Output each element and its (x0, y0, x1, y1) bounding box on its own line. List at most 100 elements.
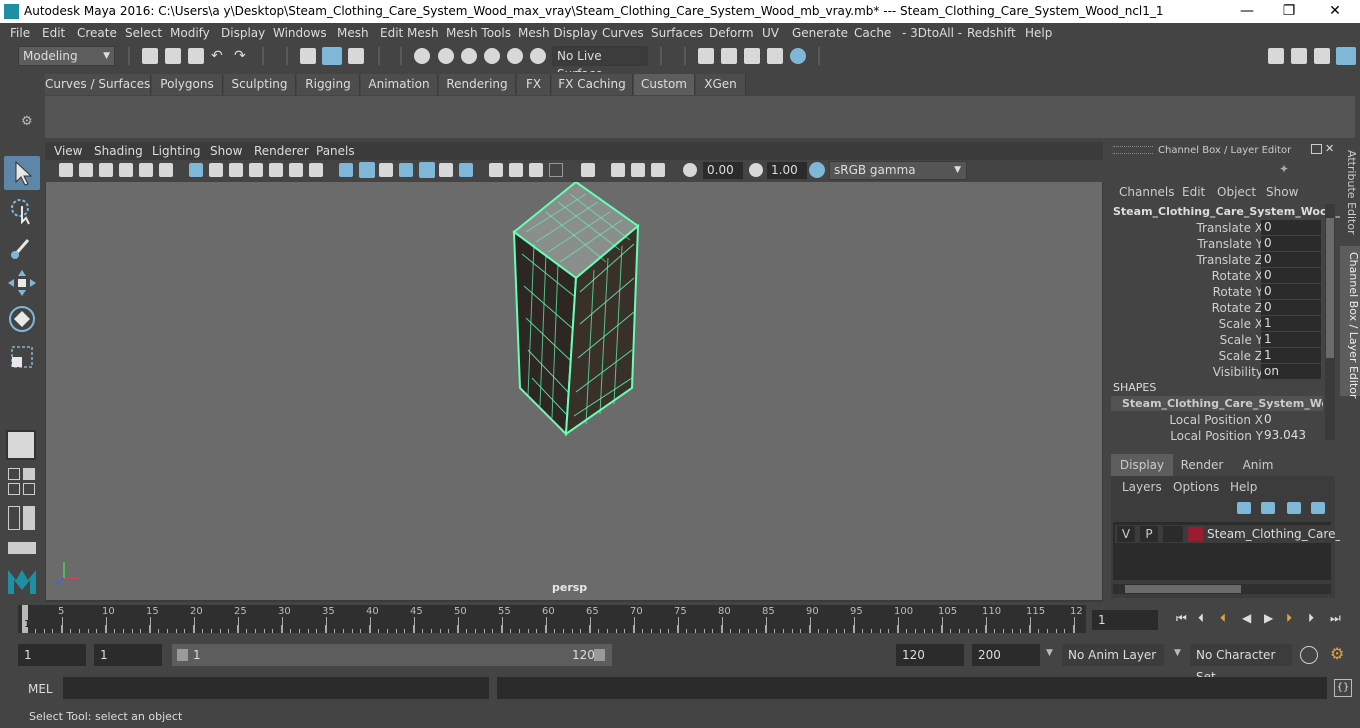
move-layer-up-icon[interactable] (1237, 502, 1251, 514)
outliner-layout-icon[interactable] (8, 506, 20, 530)
object-name[interactable]: Steam_Clothing_Care_System_Wood_... (1113, 205, 1353, 218)
layer-name[interactable]: Steam_Clothing_Care_Sy (1207, 526, 1356, 542)
layer-tab-display[interactable]: Display (1111, 454, 1173, 476)
hypershade-icon[interactable] (790, 48, 806, 64)
layer-playback-toggle[interactable]: P (1140, 526, 1158, 542)
select-by-component-icon[interactable] (348, 48, 364, 64)
layer-h-scrollbar[interactable] (1113, 584, 1331, 594)
minimize-button[interactable]: — (1232, 2, 1262, 20)
layer-row[interactable]: V P Steam_Clothing_Care_Sy (1115, 525, 1356, 543)
auto-keyframe-icon[interactable] (1300, 646, 1318, 664)
xray-components-icon[interactable] (651, 163, 665, 177)
range-end-handle[interactable] (594, 649, 605, 661)
mel-label[interactable]: MEL (28, 682, 53, 696)
menu-deform[interactable]: Deform (709, 26, 754, 40)
channel-scrollbar-thumb[interactable] (1326, 218, 1334, 358)
grid-toggle-icon[interactable] (189, 163, 203, 177)
lasso-tool-button[interactable] (4, 194, 40, 228)
default-material-icon[interactable] (399, 163, 413, 177)
shape-name[interactable]: Steam_Clothing_Care_System_Wood... (1111, 396, 1323, 411)
channel-edit-menu[interactable]: Edit (1182, 185, 1205, 199)
render-settings-icon[interactable] (767, 48, 783, 64)
wireframe-on-shaded-icon[interactable] (379, 163, 393, 177)
animation-preferences-icon[interactable]: ⚙ (1330, 644, 1344, 663)
render-view-icon[interactable] (698, 48, 714, 64)
layer-tab-render[interactable]: Render (1173, 454, 1231, 476)
tab-polygons[interactable]: Polygons (152, 74, 223, 95)
channel-box-toggle-icon[interactable] (1336, 47, 1356, 65)
exposure-field[interactable]: 0.00 (703, 162, 743, 179)
layer-menu-help[interactable]: Help (1230, 480, 1257, 494)
chevron-down-icon[interactable]: ▼ (1046, 648, 1053, 658)
move-layer-down-icon[interactable] (1261, 502, 1275, 514)
menu-file[interactable]: File (10, 26, 30, 40)
channel-rotate-z[interactable]: Rotate Z0 (1105, 300, 1321, 316)
menu-cache[interactable]: Cache (854, 26, 891, 40)
range-start-handle[interactable] (177, 649, 188, 661)
viewport-menu-renderer[interactable]: Renderer (254, 144, 309, 158)
gate-mask-icon[interactable] (249, 163, 263, 177)
channel-translate-y[interactable]: Translate Y0 (1105, 236, 1321, 252)
tab-curves-surfaces[interactable]: Curves / Surfaces (45, 74, 151, 95)
gear-icon[interactable]: ⚙ (21, 114, 33, 129)
viewport-menu-lighting[interactable]: Lighting (152, 144, 201, 158)
color-management-icon[interactable] (809, 162, 825, 178)
menu-display[interactable]: Display (221, 26, 265, 40)
smooth-shade-icon[interactable] (359, 162, 375, 178)
channel-show-menu[interactable]: Show (1266, 185, 1298, 199)
new-layer-selected-icon[interactable] (1311, 502, 1325, 514)
paint-select-tool-button[interactable] (4, 230, 40, 264)
float-panel-icon[interactable] (1311, 144, 1322, 154)
close-button[interactable]: ✕ (1320, 2, 1350, 20)
playback-end-field[interactable]: 120 (896, 644, 964, 666)
shadows-icon[interactable] (459, 163, 473, 177)
screen-space-ao-icon[interactable] (489, 163, 503, 177)
tab-fx[interactable]: FX (517, 74, 551, 95)
channel-settings-icon[interactable]: ✦ (1279, 162, 1295, 178)
play-backwards-icon[interactable]: ◀ (1242, 611, 1251, 625)
move-tool-button[interactable] (4, 266, 40, 300)
anim-layer-dropdown[interactable]: No Anim Layer (1062, 644, 1164, 666)
close-panel-icon[interactable]: ✕ (1325, 142, 1334, 155)
menu-edit-mesh[interactable]: Edit Mesh (380, 26, 439, 40)
layer-menu-layers[interactable]: Layers (1122, 480, 1162, 494)
select-by-object-icon[interactable] (322, 47, 342, 65)
select-camera-icon[interactable] (59, 163, 73, 177)
wireframe-icon[interactable] (339, 163, 353, 177)
ipr-render-icon[interactable] (744, 48, 760, 64)
viewport-menu-show[interactable]: Show (210, 144, 242, 158)
live-surface-field[interactable]: No Live Surface (552, 46, 648, 81)
select-tool-button[interactable] (4, 156, 40, 190)
layer-display-type[interactable] (1163, 526, 1183, 542)
menu-mesh[interactable]: Mesh (337, 26, 369, 40)
tab-animation[interactable]: Animation (361, 74, 438, 95)
redo-icon[interactable]: ↷ (234, 48, 250, 64)
exposure-icon[interactable] (683, 163, 697, 177)
tab-custom[interactable]: Custom (634, 74, 695, 95)
layer-tab-anim[interactable]: Anim (1231, 454, 1285, 476)
isolate-select-icon[interactable] (581, 163, 595, 177)
field-chart-icon[interactable] (269, 163, 283, 177)
scale-tool-button[interactable] (4, 340, 40, 374)
menu-mesh-tools[interactable]: Mesh Tools (446, 26, 511, 40)
script-editor-icon[interactable]: {} (1334, 679, 1352, 697)
playback-start-field[interactable]: 1 (94, 644, 162, 666)
step-back-key-icon[interactable]: ⏴ (1220, 611, 1226, 626)
tab-rendering[interactable]: Rendering (439, 74, 516, 95)
maximize-button[interactable]: ❐ (1274, 2, 1304, 20)
layer-visibility-toggle[interactable]: V (1117, 526, 1135, 542)
channels-menu[interactable]: Channels (1119, 185, 1175, 199)
mode-selector[interactable]: Modeling ▼ (18, 46, 115, 66)
image-plane-icon[interactable] (119, 163, 133, 177)
xray-icon[interactable] (611, 163, 625, 177)
use-all-lights-icon[interactable] (439, 163, 453, 177)
perspective-viewport[interactable]: persp (46, 182, 1102, 600)
menu-select[interactable]: Select (125, 26, 162, 40)
step-forward-frame-icon[interactable]: ⏵ (1308, 611, 1314, 626)
menu-generate[interactable]: Generate (792, 26, 848, 40)
camera-attributes-icon[interactable] (79, 163, 93, 177)
tab-sculpting[interactable]: Sculpting (224, 74, 296, 95)
go-to-end-icon[interactable]: ⏭ (1330, 611, 1341, 626)
tab-xgen[interactable]: XGen (696, 74, 746, 95)
scene-end-field[interactable]: 200 (972, 644, 1040, 666)
